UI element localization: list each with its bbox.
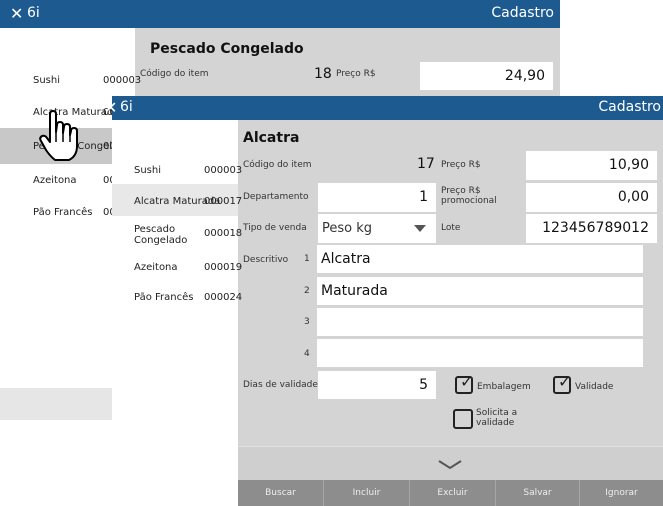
embalagem-checkbox[interactable]: ✓ — [455, 372, 473, 394]
app-name: 6i — [27, 5, 40, 21]
dias-validade-field[interactable]: 5 — [318, 371, 436, 399]
list-item[interactable]: Azeitona 000019 — [112, 250, 242, 283]
dropdown-arrow-icon — [414, 225, 426, 232]
list-item[interactable] — [112, 314, 238, 347]
window-title: Cadastro — [491, 5, 554, 21]
salvar-button[interactable]: Salvar — [496, 480, 579, 506]
app-name: 6i — [120, 99, 133, 115]
front-window: ✕ 6i Cadastro Sushi 000003 Alcatra Matur… — [104, 96, 663, 506]
window-title: Cadastro — [598, 99, 661, 115]
excluir-button[interactable]: Excluir — [410, 480, 495, 506]
preco-label: Preço R$ — [441, 160, 481, 170]
list-item[interactable]: Pescado Congelado 000018 — [112, 216, 242, 251]
lote-label: Lote — [441, 223, 461, 233]
front-item-list: Sushi 000003 Alcatra Maturada 000017 Pes… — [112, 120, 242, 506]
descritivo-field-4[interactable] — [317, 339, 643, 367]
tipo-venda-label: Tipo de venda — [243, 223, 307, 233]
validade-checkbox[interactable]: ✓ — [553, 372, 571, 394]
list-item[interactable]: Pão Francês 000024 — [112, 282, 242, 315]
descritivo-label: Descritivo — [243, 255, 289, 265]
back-codigo-value: 18 — [314, 66, 332, 82]
back-titlebar: ✕ 6i Cadastro — [0, 0, 560, 28]
descritivo-num: 2 — [304, 286, 310, 296]
back-item-title: Pescado Congelado — [150, 41, 304, 57]
embalagem-label: Embalagem — [477, 382, 531, 392]
departamento-label: Departamento — [243, 192, 309, 202]
incluir-button[interactable]: Incluir — [324, 480, 409, 506]
front-item-title: Alcatra — [243, 130, 300, 146]
descritivo-num: 3 — [304, 317, 310, 327]
front-titlebar: ✕ 6i Cadastro — [104, 96, 663, 120]
preco-field[interactable]: 10,90 — [526, 151, 657, 180]
solicita-validade-label: Solicita a validade — [476, 408, 518, 428]
list-item[interactable] — [112, 474, 238, 506]
dias-validade-label: Dias de validade — [243, 380, 318, 390]
close-icon[interactable]: ✕ — [10, 4, 23, 23]
validade-label: Validade — [575, 382, 614, 392]
button-bar: Buscar Incluir Excluir Salvar Ignorar — [238, 480, 663, 506]
ignorar-button[interactable]: Ignorar — [580, 480, 663, 506]
codigo-value: 17 — [417, 156, 435, 172]
hand-cursor-icon — [39, 110, 78, 161]
list-item[interactable] — [112, 346, 238, 379]
descritivo-field-2[interactable]: Maturada — [317, 277, 643, 305]
buscar-button[interactable]: Buscar — [238, 480, 323, 506]
list-item[interactable]: Sushi 000003 — [0, 64, 141, 97]
descritivo-field-1[interactable]: Alcatra — [317, 245, 643, 273]
preco-promo-label: Preço R$ promocional — [441, 186, 497, 206]
descritivo-field-3[interactable] — [317, 308, 643, 336]
lote-field[interactable]: 123456789012 — [526, 214, 657, 243]
expand-section[interactable] — [238, 446, 663, 481]
codigo-label: Código do item — [243, 160, 312, 170]
back-preco-label: Preço R$ — [336, 69, 376, 79]
chevron-down-icon — [438, 460, 462, 470]
tipo-venda-value: Peso kg — [322, 221, 373, 236]
tipo-venda-select[interactable]: Peso kg — [318, 214, 436, 243]
descritivo-num: 1 — [304, 254, 310, 264]
list-item[interactable] — [112, 410, 238, 443]
departamento-field[interactable]: 1 — [318, 183, 436, 212]
close-icon[interactable]: ✕ — [104, 98, 117, 117]
descritivo-num: 4 — [304, 349, 310, 359]
back-preco-field[interactable]: 24,90 — [420, 62, 553, 90]
preco-promo-field[interactable]: 0,00 — [526, 183, 657, 212]
list-item[interactable] — [112, 378, 238, 411]
list-item[interactable]: Alcatra Maturada 000017 — [112, 184, 242, 217]
solicita-validade-checkbox[interactable] — [453, 409, 473, 429]
checkmark-icon: ✓ — [558, 372, 572, 391]
list-item[interactable] — [112, 442, 238, 475]
list-item[interactable]: Sushi 000003 — [112, 150, 242, 185]
back-codigo-label: Código do item — [140, 69, 209, 79]
checkmark-icon: ✓ — [460, 372, 474, 391]
